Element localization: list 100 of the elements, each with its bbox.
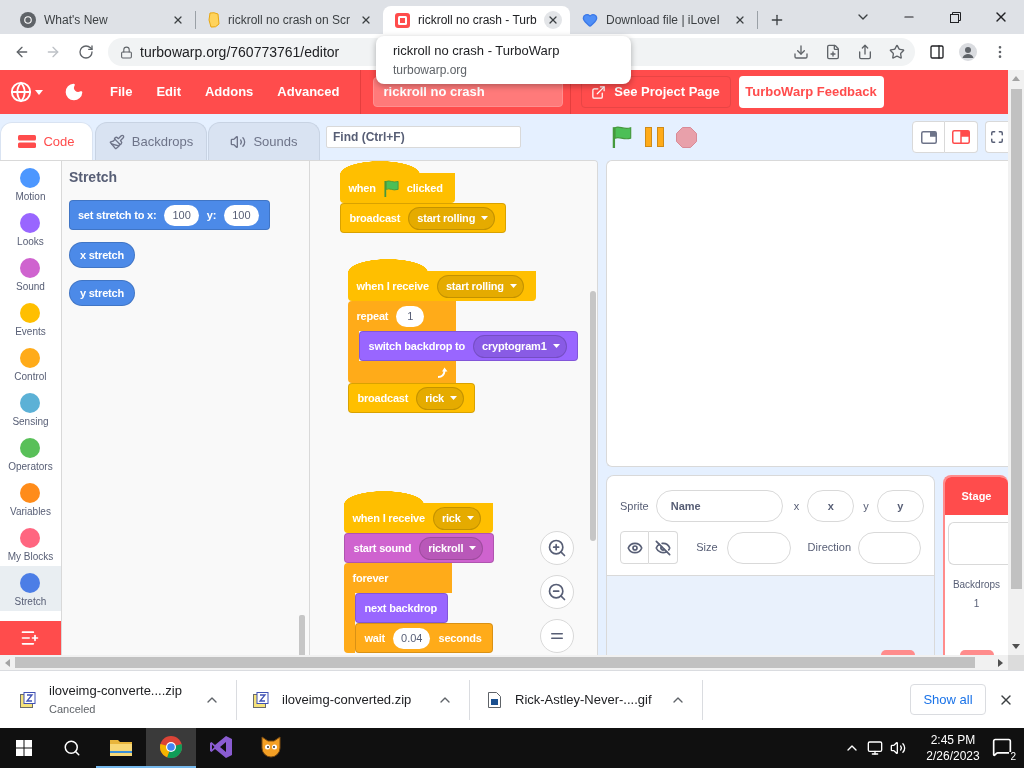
clock-time[interactable]: 2:45 PM (930, 732, 976, 748)
search-icon (63, 739, 81, 757)
show-sprite-button[interactable] (620, 531, 650, 564)
caret-icon (509, 284, 517, 288)
dropdown-menu[interactable]: cryptogram1 (473, 334, 567, 358)
number-input[interactable]: 100 (164, 204, 199, 226)
back-icon[interactable] (14, 44, 30, 60)
volume-icon[interactable] (890, 740, 906, 756)
loop-arrow-icon (437, 366, 449, 378)
file-plus-icon[interactable] (825, 44, 841, 60)
block-label: switch backdrop to (368, 340, 466, 352)
size-label: Size (696, 542, 718, 553)
taskbar-app-button[interactable] (146, 728, 196, 768)
stage-panel-header: Stage (945, 477, 1008, 515)
globe-icon[interactable] (10, 81, 32, 103)
editor-tab[interactable]: Code (0, 122, 93, 160)
y-field[interactable]: y (876, 490, 924, 522)
close-icon (734, 14, 746, 26)
block-label: when I receive (356, 280, 429, 292)
download-item[interactable]: Rick-Astley-Never-....gif (470, 679, 703, 720)
block-label: broadcast (349, 212, 401, 224)
scrollbar-thumb[interactable] (1010, 89, 1022, 589)
show-all-button[interactable]: Show all (910, 684, 986, 715)
zoom-out-button[interactable] (540, 575, 575, 609)
scroll-down-arrow-icon[interactable] (1012, 644, 1020, 649)
file-name: Rick-Astley-Never-....gif (515, 691, 653, 708)
browser-tab[interactable]: rickroll no crash - Turb (383, 6, 570, 34)
backdrop-count: 1 (972, 599, 981, 609)
category-button[interactable]: Stretch (0, 566, 61, 611)
scrollbar-thumb[interactable] (590, 291, 596, 541)
clock-date[interactable]: 2/26/2023 (926, 748, 980, 764)
stage-size-button[interactable] (912, 121, 945, 153)
scrollbar-thumb[interactable] (299, 615, 306, 655)
editor-tab[interactable]: Backdrops (95, 122, 207, 160)
fullscreen-button[interactable] (985, 121, 1008, 153)
dropdown-menu[interactable]: rickroll (419, 536, 484, 560)
cat-face-icon (260, 736, 282, 758)
stage-size-button[interactable] (945, 121, 978, 153)
side-panel-icon[interactable] (929, 44, 945, 60)
scrollbar-thumb[interactable] (15, 657, 975, 668)
close-icon (360, 14, 372, 26)
new-tab-icon[interactable] (769, 12, 785, 28)
size-field[interactable] (726, 531, 791, 564)
network-icon[interactable] (867, 740, 883, 756)
block-label: clicked (406, 182, 443, 194)
start-menu-icon (16, 740, 32, 756)
zoom-in-button[interactable] (540, 531, 575, 565)
moon-icon[interactable] (64, 82, 84, 102)
download-status: Canceled (49, 702, 97, 716)
stack-block[interactable]: switch backdrop to cryptogram1 (359, 331, 578, 361)
reload-icon[interactable] (78, 44, 94, 60)
share-icon[interactable] (857, 44, 873, 60)
scroll-right-arrow-icon[interactable] (998, 658, 1003, 667)
reporter-block[interactable]: y stretch (68, 280, 135, 306)
close-icon (172, 14, 184, 26)
profile-avatar-icon[interactable] (959, 43, 977, 61)
x-field[interactable]: x (807, 490, 855, 522)
browser-tab[interactable]: What's New (8, 6, 195, 34)
number-input[interactable]: 100 (224, 204, 259, 226)
browser-tab[interactable]: rickroll no crash on Scr (196, 6, 383, 34)
name-field[interactable]: Name (655, 490, 783, 522)
backdrops-label: Backdrops (951, 580, 1002, 590)
caret-icon (466, 516, 474, 520)
stack-block[interactable]: start sound rickroll (344, 533, 495, 563)
large-stage-icon (952, 130, 970, 144)
zip-file-icon (253, 691, 269, 708)
browser-tab[interactable]: Download file | iLoveI (570, 6, 757, 34)
notification-icon[interactable] (992, 737, 1012, 757)
number-input[interactable]: 1 (396, 305, 425, 327)
logo-icon (208, 12, 220, 28)
stack-block[interactable]: wait 0.04 seconds (355, 623, 493, 653)
caret-icon[interactable] (35, 89, 43, 95)
bookmark-star-icon[interactable] (889, 44, 905, 60)
find-field[interactable]: Find (Ctrl+F) (326, 126, 521, 148)
download-item[interactable]: iloveimg-converte....zip Canceled (4, 679, 237, 720)
direction-field[interactable] (858, 531, 921, 564)
caret-icon (552, 344, 560, 348)
block-label: y stretch (79, 287, 124, 299)
stack-block[interactable]: next backdrop (355, 593, 449, 623)
editor-tab[interactable]: Sounds (208, 122, 320, 160)
flag-icon[interactable] (612, 126, 632, 148)
download-icon[interactable] (793, 44, 809, 60)
hide-sprite-button[interactable] (649, 531, 679, 564)
reporter-block[interactable]: x stretch (68, 242, 135, 268)
zoom-out-icon (547, 582, 568, 602)
stage-selector-panel[interactable]: Stage Backdrops 1 (943, 475, 1008, 655)
feedback-button[interactable]: TurboWarp Feedback (738, 76, 884, 108)
backdrop-thumbnail (948, 522, 1008, 565)
c-block[interactable]: forever next backdrop wait 0.04 seconds (344, 563, 493, 653)
add-blocks-icon (20, 628, 41, 648)
browser-logo-icon (20, 12, 36, 28)
c-block[interactable]: repeat 1 switch backdrop to cryptogram1 (348, 301, 578, 383)
stack-block[interactable]: set stretch to x: 100 y: 100 (68, 200, 270, 230)
number-input[interactable]: 0.04 (393, 627, 431, 649)
blocks-icon (18, 135, 37, 148)
download-item[interactable]: iloveimg-converted.zip (237, 679, 470, 720)
block-label: next backdrop (364, 602, 438, 614)
block-label: when I receive (352, 512, 425, 524)
close-tab-button[interactable] (544, 11, 562, 29)
block-label: wait (364, 632, 386, 644)
